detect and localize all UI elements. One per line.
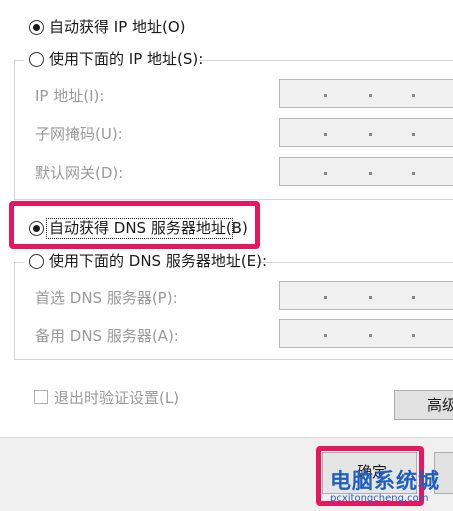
watermark-url: pcxitongcheng.com [330, 493, 429, 504]
validate-on-exit-checkbox[interactable] [34, 390, 48, 404]
preferred-dns-label: 首选 DNS 服务器(P): [35, 289, 178, 307]
manual-dns-label: 使用下面的 DNS 服务器地址(E): [49, 252, 268, 270]
manual-dns-radio[interactable] [29, 254, 44, 269]
alternate-dns-field[interactable] [279, 319, 453, 348]
manual-ip-label: 使用下面的 IP 地址(S): [49, 50, 204, 68]
subnet-mask-label: 子网掩码(U): [35, 125, 123, 143]
manual-ip-radio[interactable] [29, 52, 44, 67]
auto-ip-label: 自动获得 IP 地址(O) [49, 18, 186, 36]
default-gateway-label: 默认网关(D): [35, 164, 124, 182]
preferred-dns-field[interactable] [279, 281, 453, 310]
validate-on-exit-label: 退出时验证设置(L) [54, 389, 180, 407]
default-gateway-field[interactable] [279, 157, 453, 186]
highlight-annotation [9, 201, 260, 249]
ip-address-label: IP 地址(I): [35, 87, 105, 105]
auto-ip-radio[interactable] [29, 20, 44, 35]
subnet-mask-field[interactable] [279, 118, 453, 147]
alternate-dns-label: 备用 DNS 服务器(A): [35, 327, 179, 345]
ip-address-field[interactable] [279, 79, 453, 108]
watermark-title: 电脑系统城 [330, 469, 440, 493]
advanced-button[interactable]: 高级 [394, 390, 453, 420]
